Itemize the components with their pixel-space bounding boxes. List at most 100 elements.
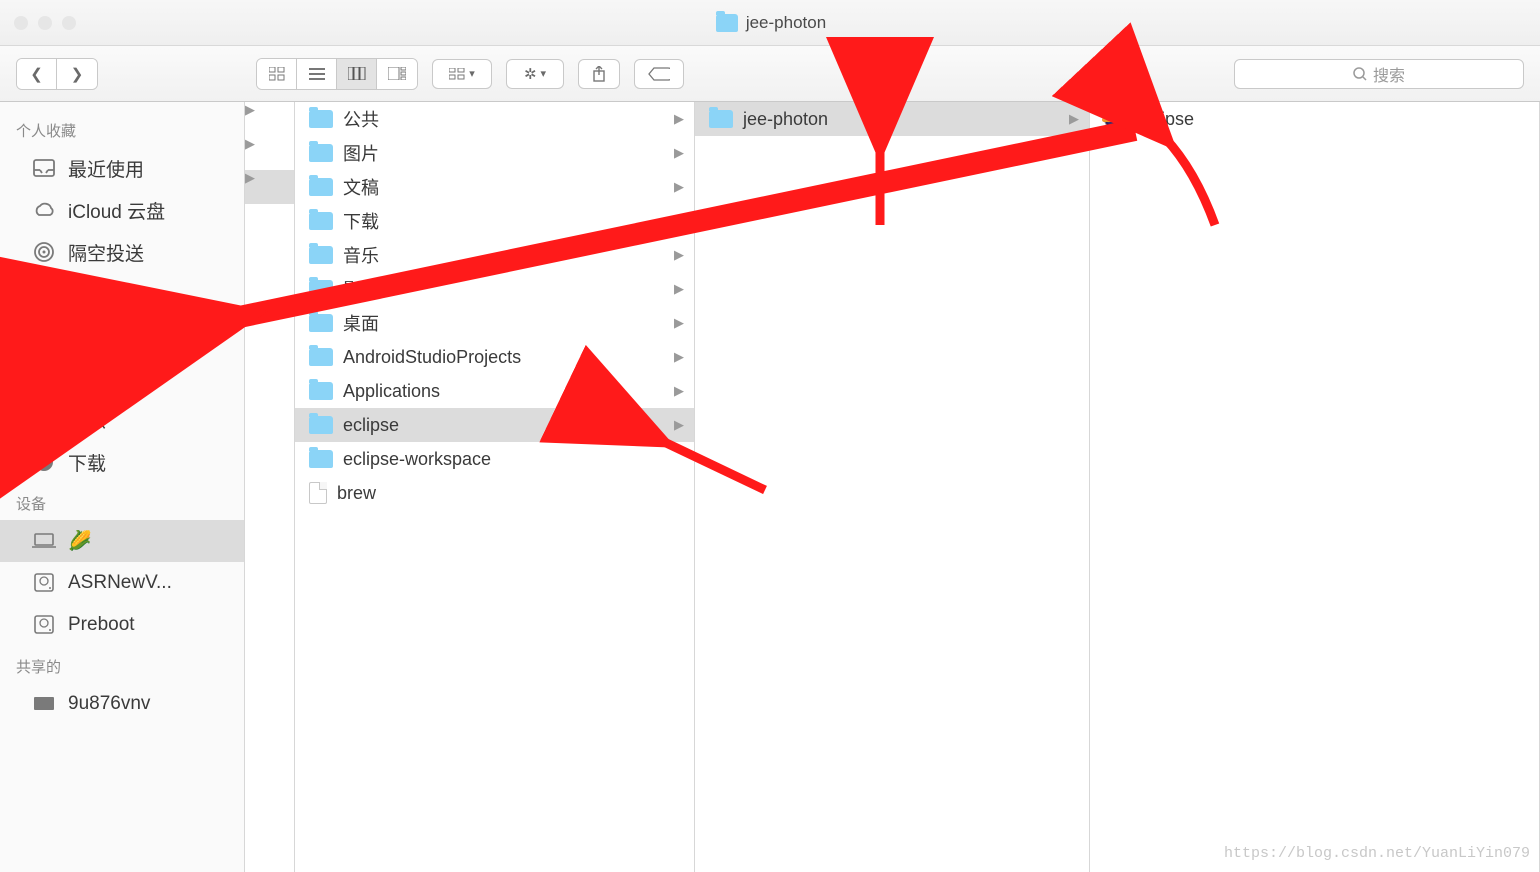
list-item-label: eclipse-workspace bbox=[343, 449, 491, 470]
sidebar-item-label: 音乐 bbox=[68, 407, 106, 434]
main: 个人收藏最近使用iCloud 云盘隔空投送应用程序桌面文稿音乐下载设备🌽ASRN… bbox=[0, 102, 1540, 872]
search-placeholder: 搜索 bbox=[1373, 62, 1405, 86]
folder-icon bbox=[309, 280, 333, 298]
docs-icon bbox=[32, 367, 56, 389]
folder-icon bbox=[309, 348, 333, 366]
sidebar-item[interactable]: 桌面 bbox=[0, 315, 244, 357]
close-icon[interactable] bbox=[14, 16, 28, 30]
list-item-label: jee-photon bbox=[743, 109, 828, 130]
sidebar-item[interactable]: 最近使用 bbox=[0, 147, 244, 189]
list-item[interactable]: Eclipse bbox=[1090, 102, 1539, 136]
watermark: https://blog.csdn.net/YuanLiYin079 bbox=[1224, 845, 1530, 862]
sidebar-item[interactable]: 应用程序 bbox=[0, 273, 244, 315]
col0-expand[interactable]: ▶ bbox=[245, 102, 294, 136]
list-item-label: 文稿 bbox=[343, 174, 379, 200]
share-button[interactable] bbox=[578, 59, 620, 89]
sidebar-item[interactable]: 下载 bbox=[0, 441, 244, 483]
sidebar-item-label: ASRNewV... bbox=[68, 572, 172, 594]
col0-expand[interactable]: ▶ bbox=[245, 136, 294, 170]
chevron-right-icon: ▶ bbox=[674, 247, 684, 263]
toolbar: ❮ ❯ ▾ ✲▾ 搜索 bbox=[0, 46, 1540, 102]
sidebar-section-header: 共享的 bbox=[0, 646, 244, 683]
tray-icon bbox=[32, 157, 56, 179]
list-item[interactable]: AndroidStudioProjects ▶ bbox=[295, 340, 694, 374]
list-item-label: Applications bbox=[343, 381, 440, 402]
sidebar-item-label: 🌽 bbox=[68, 529, 92, 553]
sidebar-item[interactable]: 音乐 bbox=[0, 399, 244, 441]
list-item[interactable]: 公共▶ bbox=[295, 102, 694, 136]
folder-icon bbox=[309, 246, 333, 264]
sidebar-item[interactable]: 隔空投送 bbox=[0, 231, 244, 273]
zoom-icon[interactable] bbox=[62, 16, 76, 30]
sidebar-item[interactable]: 🌽 bbox=[0, 520, 244, 562]
download-icon bbox=[32, 451, 56, 473]
server-icon bbox=[32, 693, 56, 715]
list-item[interactable]: 影片▶ bbox=[295, 272, 694, 306]
minimize-icon[interactable] bbox=[38, 16, 52, 30]
view-buttons bbox=[256, 58, 418, 90]
sidebar-item-label: 桌面 bbox=[68, 323, 106, 350]
list-item-label: Eclipse bbox=[1136, 109, 1194, 130]
view-columns-button[interactable] bbox=[337, 59, 377, 89]
list-item[interactable]: 音乐 ▶ bbox=[295, 238, 694, 272]
chevron-right-icon: ▶ bbox=[674, 417, 684, 433]
list-item[interactable]: Applications ▶ bbox=[295, 374, 694, 408]
music-icon bbox=[32, 409, 56, 431]
column-3: Eclipse bbox=[1090, 102, 1540, 872]
col0-expand[interactable]: ▶ bbox=[245, 170, 294, 204]
folder-icon bbox=[716, 14, 738, 32]
sidebar-item-label: 最近使用 bbox=[68, 155, 144, 182]
folder-icon bbox=[309, 382, 333, 400]
list-item[interactable]: 图片▶ bbox=[295, 136, 694, 170]
list-item-label: 影片 bbox=[343, 276, 379, 302]
list-item-label: 音乐 bbox=[343, 242, 379, 268]
column-0: ▶▶▶ bbox=[245, 102, 295, 872]
apps-icon bbox=[32, 283, 56, 305]
forward-button[interactable]: ❯ bbox=[57, 59, 97, 89]
chevron-right-icon: ▶ bbox=[1069, 111, 1079, 127]
list-item-label: 图片 bbox=[343, 140, 379, 166]
sidebar-item-label: 隔空投送 bbox=[68, 239, 144, 266]
airdrop-icon bbox=[32, 241, 56, 263]
list-item[interactable]: eclipse▶ bbox=[295, 408, 694, 442]
sidebar-item-label: 文稿 bbox=[68, 365, 106, 392]
search-icon bbox=[1353, 67, 1367, 81]
desktop-icon bbox=[32, 325, 56, 347]
view-icons-button[interactable] bbox=[257, 59, 297, 89]
list-item[interactable]: 文稿 ▶ bbox=[295, 170, 694, 204]
list-item-label: AndroidStudioProjects bbox=[343, 347, 521, 368]
nav-buttons: ❮ ❯ bbox=[16, 58, 98, 90]
sidebar-item[interactable]: 9u876vnv bbox=[0, 683, 244, 725]
folder-icon bbox=[309, 110, 333, 128]
sidebar-item[interactable]: Preboot bbox=[0, 604, 244, 646]
folder-icon bbox=[309, 212, 333, 230]
chevron-right-icon: ▶ bbox=[674, 213, 684, 229]
chevron-right-icon: ▶ bbox=[674, 179, 684, 195]
list-item[interactable]: brew bbox=[295, 476, 694, 510]
tags-button[interactable] bbox=[634, 59, 684, 89]
sidebar-item[interactable]: 文稿 bbox=[0, 357, 244, 399]
search-input[interactable]: 搜索 bbox=[1234, 59, 1524, 89]
sidebar-item[interactable]: ASRNewV... bbox=[0, 562, 244, 604]
list-item-label: brew bbox=[337, 483, 376, 504]
window-title: jee-photon bbox=[746, 13, 826, 33]
back-button[interactable]: ❮ bbox=[17, 59, 57, 89]
chevron-right-icon: ▶ bbox=[674, 383, 684, 399]
cloud-icon bbox=[32, 199, 56, 221]
list-item[interactable]: 桌面▶ bbox=[295, 306, 694, 340]
list-item[interactable]: jee-photon ▶ bbox=[695, 102, 1089, 136]
sidebar-item[interactable]: iCloud 云盘 bbox=[0, 189, 244, 231]
action-button[interactable]: ✲▾ bbox=[506, 59, 564, 89]
chevron-right-icon: ▶ bbox=[674, 111, 684, 127]
list-item[interactable]: 下载▶ bbox=[295, 204, 694, 238]
list-item[interactable]: eclipse-workspace bbox=[295, 442, 694, 476]
titlebar: jee-photon bbox=[0, 0, 1540, 46]
chevron-right-icon: ▶ bbox=[674, 349, 684, 365]
group-button[interactable]: ▾ bbox=[432, 59, 492, 89]
hdd-icon bbox=[32, 572, 56, 594]
column-2: jee-photon ▶ bbox=[695, 102, 1090, 872]
eclipse-icon bbox=[1104, 108, 1126, 130]
view-gallery-button[interactable] bbox=[377, 59, 417, 89]
view-list-button[interactable] bbox=[297, 59, 337, 89]
sidebar-item-label: 9u876vnv bbox=[68, 693, 150, 715]
